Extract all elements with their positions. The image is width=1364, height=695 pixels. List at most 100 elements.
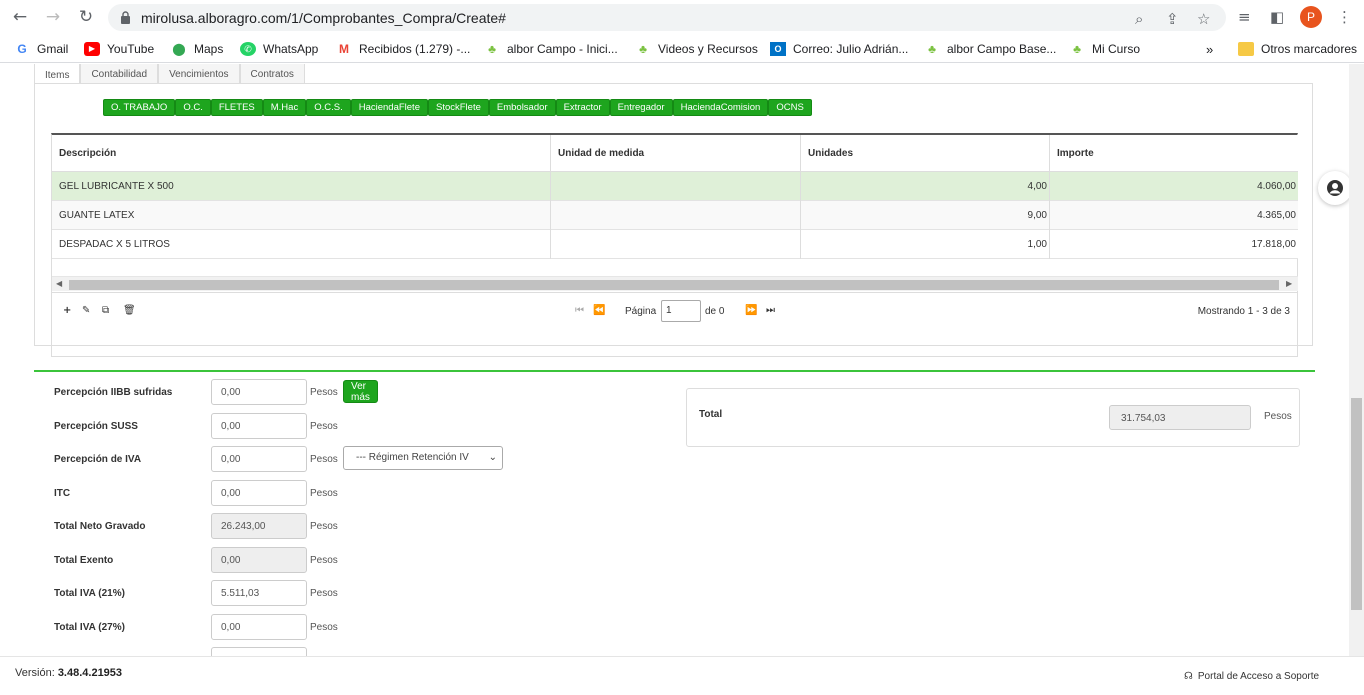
menu-kebab-icon[interactable]: ⋮ bbox=[1337, 8, 1352, 26]
outlook-icon: O bbox=[770, 42, 786, 56]
edit-pencil-icon[interactable]: ✎ bbox=[82, 305, 90, 316]
regimen-retencion-select[interactable]: --- Régimen Retención IV ⌄ bbox=[343, 446, 503, 470]
field-unit: Pesos bbox=[310, 521, 338, 532]
tab-contabilidad[interactable]: Contabilidad bbox=[80, 64, 159, 84]
stock-flete-button[interactable]: StockFlete bbox=[427, 99, 489, 116]
itc-input[interactable]: 0,00 bbox=[211, 480, 307, 506]
select-value: --- Régimen Retención IV bbox=[356, 452, 469, 463]
browser-toolbar: ← → ↻ mirolusa.alboragro.com/1/Comproban… bbox=[0, 0, 1364, 35]
bookmark-albor-campo[interactable]: ♣ albor Campo - Inici... bbox=[484, 41, 618, 57]
page-footer: Versión: 3.48.4.21953 ☊ Portal de Acceso … bbox=[0, 656, 1364, 695]
grid-horizontal-scrollbar[interactable]: ◀ ▶ bbox=[52, 276, 1298, 291]
bookmark-whatsapp[interactable]: ✆ WhatsApp bbox=[240, 41, 318, 57]
ocs-button[interactable]: O.C.S. bbox=[306, 99, 351, 116]
profile-avatar[interactable]: P bbox=[1300, 6, 1322, 28]
scroll-left-icon[interactable]: ◀ bbox=[56, 279, 62, 288]
first-page-icon[interactable]: ⏮ bbox=[575, 305, 584, 316]
user-account-icon[interactable] bbox=[1318, 171, 1349, 205]
media-icon[interactable]: ≡ bbox=[1238, 8, 1251, 26]
bookmark-maps[interactable]: ⬤ Maps bbox=[171, 41, 223, 57]
total-label: Total bbox=[699, 409, 723, 420]
hacienda-comision-button[interactable]: HaciendaComision bbox=[672, 99, 769, 116]
tab-items[interactable]: Items bbox=[34, 64, 81, 84]
entregador-button[interactable]: Entregador bbox=[609, 99, 673, 116]
ocns-button[interactable]: OCNS bbox=[768, 99, 812, 116]
back-arrow-icon[interactable]: ← bbox=[9, 6, 31, 28]
column-header-unidad[interactable]: Unidad de medida bbox=[551, 135, 801, 172]
cell-importe: 17.818,00 bbox=[1251, 239, 1297, 250]
scroll-right-icon[interactable]: ▶ bbox=[1286, 279, 1292, 288]
bookmark-correo[interactable]: O Correo: Julio Adrián... bbox=[770, 41, 908, 57]
bookmark-label: Recibidos (1.279) -... bbox=[359, 42, 471, 56]
page-vertical-scrollbar[interactable] bbox=[1349, 64, 1364, 656]
tab-vencimientos[interactable]: Vencimientos bbox=[158, 64, 240, 84]
address-bar[interactable]: mirolusa.alboragro.com/1/Comprobantes_Co… bbox=[108, 4, 1226, 31]
next-page-icon[interactable]: ⏩ bbox=[745, 305, 757, 316]
cell-descripcion: GEL LUBRICANTE X 500 bbox=[52, 172, 551, 201]
scrollbar-thumb[interactable] bbox=[69, 280, 1279, 290]
column-header-importe[interactable]: Importe bbox=[1050, 135, 1298, 172]
bookmark-videos[interactable]: ♣ Videos y Recursos bbox=[635, 41, 758, 57]
trash-icon[interactable]: 🗑 bbox=[123, 305, 136, 316]
reload-icon[interactable]: ↻ bbox=[75, 6, 97, 28]
albor-sprout-icon: ♣ bbox=[488, 42, 496, 56]
total-iva-21-input[interactable]: 5.511,03 bbox=[211, 580, 307, 606]
table-row[interactable]: DESPADAC X 5 LITROS 1,00 17.818,00 bbox=[52, 230, 1298, 259]
tab-contratos[interactable]: Contratos bbox=[239, 64, 305, 84]
scrollbar-thumb[interactable] bbox=[1351, 398, 1362, 610]
field-label: Total Neto Gravado bbox=[54, 521, 146, 532]
total-iva-27-input[interactable]: 0,00 bbox=[211, 614, 307, 640]
table-row[interactable]: GUANTE LATEX 9,00 4.365,00 bbox=[52, 201, 1298, 230]
share-icon[interactable]: ⇪ bbox=[1166, 10, 1179, 28]
fletes-button[interactable]: FLETES bbox=[210, 99, 263, 116]
total-unit: Pesos bbox=[1264, 411, 1292, 422]
embolsador-button[interactable]: Embolsador bbox=[488, 99, 556, 116]
total-exento-input: 0,00 bbox=[211, 547, 307, 573]
bookmark-mi-curso[interactable]: ♣ Mi Curso bbox=[1069, 41, 1140, 57]
support-portal-label: Portal de Acceso a Soporte bbox=[1197, 671, 1320, 682]
ver-mas-button[interactable]: Ver más bbox=[343, 380, 378, 403]
column-header-unidades[interactable]: Unidades bbox=[801, 135, 1050, 172]
extractor-button[interactable]: Extractor bbox=[555, 99, 610, 116]
zoom-icon[interactable]: ⌕ bbox=[1135, 10, 1143, 28]
support-portal-link[interactable]: ☊ Portal de Acceso a Soporte bbox=[1184, 671, 1319, 682]
bookmark-label: Maps bbox=[194, 42, 224, 56]
percepcion-suss-input[interactable]: 0,00 bbox=[211, 413, 307, 439]
bookmark-label: Videos y Recursos bbox=[658, 42, 758, 56]
forward-arrow-icon[interactable]: → bbox=[42, 6, 64, 28]
side-panel-icon[interactable]: ◧ bbox=[1270, 8, 1284, 26]
cell-importe: 4.060,00 bbox=[1257, 181, 1296, 192]
bookmark-label: Gmail bbox=[37, 42, 69, 56]
add-icon[interactable]: + bbox=[63, 305, 71, 316]
person-circle-icon bbox=[1327, 180, 1343, 196]
bookmark-youtube[interactable]: ▶ YouTube bbox=[84, 41, 154, 57]
items-grid: Descripción Unidad de medida Unidades Im… bbox=[51, 133, 1298, 357]
star-icon[interactable]: ☆ bbox=[1197, 10, 1210, 28]
next-field-input[interactable] bbox=[211, 647, 307, 656]
bookmark-label: albor Campo Base... bbox=[947, 42, 1057, 56]
albor-sprout-icon: ♣ bbox=[1073, 42, 1081, 56]
o-trabajo-button[interactable]: O. TRABAJO bbox=[103, 99, 176, 116]
totals-section: Percepción IIBB sufridas 0,00 Pesos Ver … bbox=[34, 370, 1315, 656]
bookmark-otros-marcadores[interactable]: Otros marcadores bbox=[1238, 41, 1357, 57]
copy-icon[interactable]: ⧉ bbox=[102, 305, 109, 316]
lock-icon bbox=[121, 11, 130, 24]
percepcion-iibb-input[interactable]: 0,00 bbox=[211, 379, 307, 405]
bookmark-albor-base[interactable]: ♣ albor Campo Base... bbox=[924, 41, 1056, 57]
bookmark-recibidos[interactable]: M Recibidos (1.279) -... bbox=[336, 41, 470, 57]
table-row[interactable]: GEL LUBRICANTE X 500 4,00 4.060,00 bbox=[52, 172, 1298, 201]
cell-unidades: 4,00 bbox=[801, 172, 1050, 201]
bookmark-label: albor Campo - Inici... bbox=[507, 42, 618, 56]
field-label: Total IVA (27%) bbox=[54, 622, 125, 633]
bookmark-gmail[interactable]: G Gmail bbox=[14, 41, 68, 57]
page-number-input[interactable]: 1 bbox=[661, 300, 701, 322]
percepcion-iva-input[interactable]: 0,00 bbox=[211, 446, 307, 472]
prev-page-icon[interactable]: ⏪ bbox=[593, 305, 605, 316]
hacienda-flete-button[interactable]: HaciendaFlete bbox=[350, 99, 428, 116]
last-page-icon[interactable]: ⏭ bbox=[766, 305, 775, 316]
bookmarks-overflow-button[interactable]: » bbox=[1206, 41, 1213, 57]
oc-button[interactable]: O.C. bbox=[175, 99, 211, 116]
m-hac-button[interactable]: M.Hac bbox=[262, 99, 307, 116]
field-unit: Pesos bbox=[310, 387, 338, 398]
column-header-descripcion[interactable]: Descripción bbox=[52, 135, 551, 172]
